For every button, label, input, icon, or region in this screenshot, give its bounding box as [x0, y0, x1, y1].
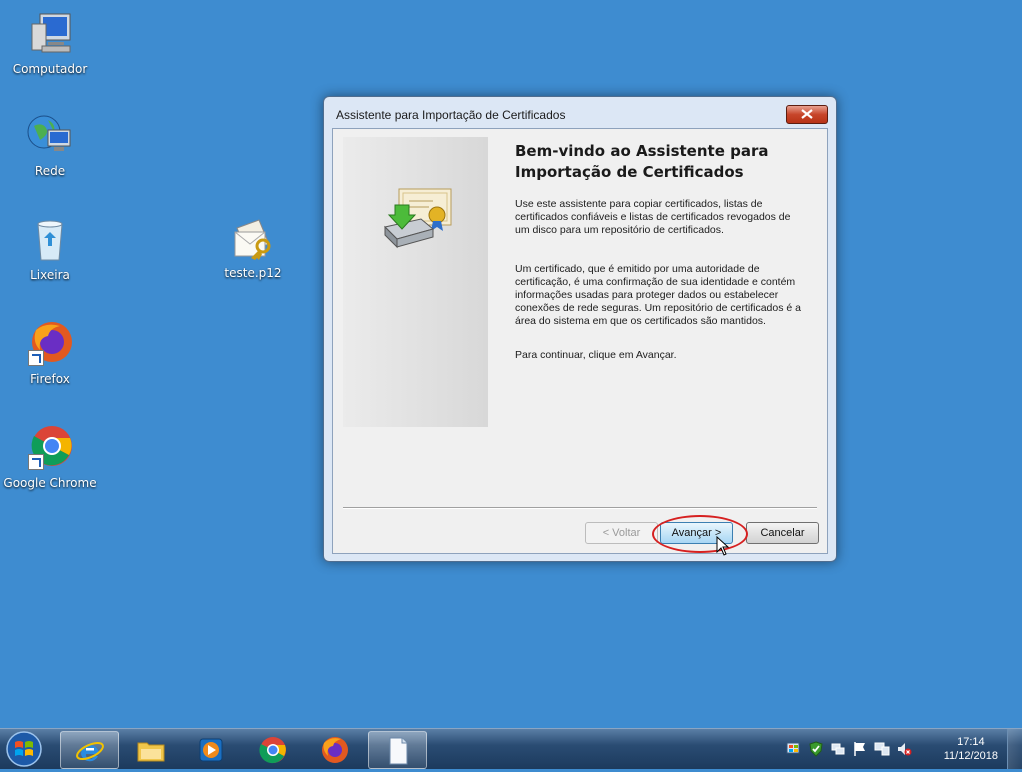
desktop-icon-label: Lixeira — [30, 268, 70, 282]
desktop-icon-label: Computador — [12, 62, 88, 76]
action-center-flag-icon[interactable] — [852, 741, 868, 757]
firefox-icon — [26, 320, 74, 368]
desktop-icon-recycle-bin[interactable]: Lixeira — [2, 216, 98, 282]
desktop-icon-label: Google Chrome — [3, 476, 97, 490]
update-icon[interactable] — [786, 741, 802, 757]
shortcut-arrow-icon — [28, 454, 44, 470]
document-icon — [389, 737, 408, 765]
desktop-icon-teste-p12[interactable]: teste.p12 — [205, 214, 301, 280]
folder-icon — [137, 742, 165, 762]
taskbar-firefox[interactable] — [306, 731, 363, 767]
internet-explorer-icon — [76, 741, 104, 762]
clock-time: 17:14 — [957, 736, 985, 748]
wizard-continue-instruction: Para continuar, clique em Avançar. — [515, 349, 677, 361]
dialog-client-area: Bem-vindo ao Assistente para Importação … — [332, 128, 828, 556]
taskbar-notepad[interactable] — [368, 731, 427, 769]
media-player-icon — [199, 738, 223, 762]
computer-icon — [26, 10, 74, 58]
chrome-icon — [26, 424, 74, 472]
dialog-titlebar[interactable]: Assistente para Importação de Certificad… — [324, 97, 836, 129]
chrome-icon — [259, 737, 286, 764]
show-desktop-button[interactable] — [1007, 729, 1022, 769]
display-network-icon[interactable] — [874, 741, 890, 757]
certificate-import-wizard-dialog: Assistente para Importação de Certificad… — [323, 96, 837, 562]
volume-muted-icon[interactable] — [896, 741, 912, 757]
desktop-icon-computer[interactable]: Computador — [2, 10, 98, 76]
network-icon[interactable] — [830, 741, 846, 757]
next-button-highlight — [652, 515, 748, 553]
taskbar-windows-explorer[interactable] — [122, 731, 179, 767]
start-button[interactable] — [4, 730, 44, 768]
cancel-button[interactable]: Cancelar — [746, 522, 819, 544]
desktop-icon-label: teste.p12 — [224, 266, 282, 280]
desktop-icon-google-chrome[interactable]: Google Chrome — [2, 424, 98, 490]
firefox-icon — [322, 737, 348, 763]
desktop-icon-firefox[interactable]: Firefox — [2, 320, 98, 386]
taskbar-google-chrome[interactable] — [244, 731, 301, 767]
taskbar: 17:14 11/12/2018 — [0, 728, 1022, 769]
wizard-side-panel — [343, 137, 488, 427]
button-separator — [343, 507, 817, 509]
windows-logo-icon — [6, 731, 42, 767]
mouse-pointer-icon — [716, 536, 730, 556]
taskbar-media-player[interactable] — [182, 731, 239, 767]
clock-date: 11/12/2018 — [943, 750, 998, 762]
network-globe-icon — [26, 112, 74, 160]
back-button[interactable]: < Voltar — [585, 522, 658, 544]
wizard-intro-text: Use este assistente para copiar certific… — [515, 198, 791, 236]
desktop-icon-network[interactable]: Rede — [2, 112, 98, 178]
dialog-title: Assistente para Importação de Certificad… — [336, 108, 566, 122]
system-tray: 17:14 11/12/2018 — [772, 729, 1022, 769]
close-icon — [801, 109, 813, 119]
certificate-file-icon — [229, 214, 277, 262]
desktop-icon-label: Rede — [34, 164, 66, 178]
wizard-certificate-description: Um certificado, que é emitido por uma au… — [515, 263, 801, 327]
taskbar-internet-explorer[interactable] — [60, 731, 119, 769]
close-button[interactable] — [786, 105, 828, 124]
certificate-import-icon — [384, 188, 452, 249]
recycle-bin-icon — [26, 216, 74, 264]
system-clock[interactable]: 17:14 11/12/2018 — [944, 735, 998, 763]
desktop-icon-label: Firefox — [30, 372, 70, 386]
wizard-headline: Bem-vindo ao Assistente para Importação … — [515, 142, 769, 181]
shortcut-arrow-icon — [28, 350, 44, 366]
security-shield-icon[interactable] — [808, 741, 824, 757]
